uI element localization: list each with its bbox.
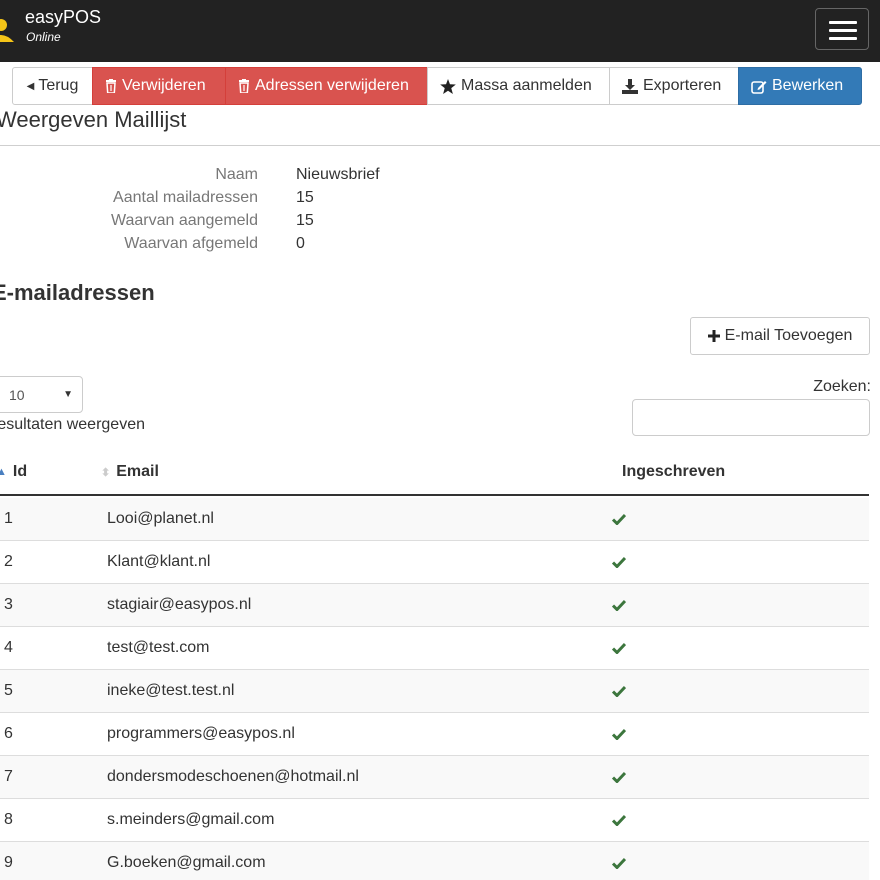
delete-addresses-button-label: Adressen verwijderen (255, 77, 409, 94)
checkmark-icon (611, 555, 627, 573)
trash-icon (106, 79, 116, 93)
easypos-logo-icon (0, 19, 14, 42)
hamburger-icon-bar (829, 29, 857, 32)
divider (0, 145, 880, 146)
cell-email: programmers@easypos.nl (107, 725, 295, 742)
column-header-id[interactable]: ▲ Id (0, 463, 27, 481)
table-row[interactable]: 1 Looi@planet.nl (0, 498, 869, 541)
page-length-value: 10 (9, 386, 25, 403)
dropdown-arrow-icon: ▼ (63, 389, 73, 400)
checkmark-icon (611, 856, 627, 874)
cell-id: 3 (4, 596, 13, 613)
edit-button[interactable]: Bewerken (738, 67, 862, 105)
detail-value: 0 (296, 235, 305, 252)
checkmark-icon (611, 684, 627, 702)
column-header-email[interactable]: ⬍ Email (101, 463, 159, 481)
cell-email: dondersmodeschoenen@hotmail.nl (107, 768, 359, 785)
cell-id: 6 (4, 725, 13, 742)
checkmark-icon (611, 813, 627, 831)
delete-button[interactable]: Verwijderen (92, 67, 226, 105)
column-header-subscribed-label: Ingeschreven (622, 463, 726, 480)
cell-email: s.meinders@gmail.com (107, 811, 275, 828)
brand-subtitle: Online (26, 30, 61, 44)
add-email-button[interactable]: E-mail Toevoegen (690, 317, 870, 355)
cell-id: 7 (4, 768, 13, 785)
checkmark-icon (611, 727, 627, 745)
table-row[interactable]: 7 dondersmodeschoenen@hotmail.nl (0, 756, 869, 799)
cell-id: 9 (4, 854, 13, 871)
action-toolbar: ◀ Terug Verwijderen Adressen verwijderen… (12, 67, 862, 105)
cell-email: stagiair@easypos.nl (107, 596, 252, 613)
delete-button-label: Verwijderen (122, 77, 206, 94)
sort-asc-icon: ▲ (0, 466, 7, 478)
sort-icon: ⬍ (101, 466, 111, 479)
page-length-label: resultaten weergeven (0, 416, 145, 433)
table-row[interactable]: 4 test@test.com (0, 627, 869, 670)
menu-toggle-button[interactable] (815, 8, 869, 50)
search-input[interactable] (632, 399, 870, 436)
hamburger-icon (829, 21, 857, 24)
column-header-id-label: Id (12, 463, 28, 480)
cell-id: 1 (4, 510, 13, 527)
mass-signup-button-label: Massa aanmelden (461, 77, 592, 94)
table-row[interactable]: 5 ineke@test.test.nl (0, 670, 869, 713)
detail-label: Waarvan afgemeld (124, 235, 258, 252)
checkmark-icon (611, 641, 627, 659)
edit-button-label: Bewerken (772, 77, 844, 94)
table-header: ▲ Id ⬍ Email Ingeschreven (0, 452, 869, 496)
edit-icon (751, 80, 767, 94)
detail-label: Aantal mailadressen (113, 189, 258, 206)
checkmark-icon (611, 770, 627, 788)
detail-label: Waarvan aangemeld (110, 212, 258, 229)
cell-email: Looi@planet.nl (107, 510, 214, 527)
export-button-label: Exporteren (643, 77, 722, 94)
delete-addresses-button[interactable]: Adressen verwijderen (225, 67, 428, 105)
page-length-select[interactable]: 10 ▼ (0, 376, 83, 413)
back-button[interactable]: ◀ Terug (12, 67, 93, 105)
table-row[interactable]: 6 programmers@easypos.nl (0, 713, 869, 756)
mass-signup-button[interactable]: Massa aanmelden (427, 67, 610, 105)
table-row[interactable]: 2 Klant@klant.nl (0, 541, 869, 584)
download-icon (622, 78, 638, 94)
search-label: Zoeken: (813, 378, 871, 395)
detail-value: 15 (296, 212, 314, 229)
column-header-subscribed[interactable]: Ingeschreven (622, 463, 725, 481)
add-email-button-label: E-mail Toevoegen (724, 327, 853, 344)
caret-left-icon: ◀ (26, 80, 35, 92)
detail-value: 15 (296, 189, 314, 206)
cell-email: G.boeken@gmail.com (107, 854, 266, 871)
back-button-label: Terug (38, 77, 79, 94)
navbar: easyPOS Online (0, 0, 880, 62)
detail-label: Naam (215, 166, 258, 183)
detail-value: Nieuwsbrief (296, 166, 380, 183)
brand-name[interactable]: easyPOS (25, 7, 101, 27)
export-button[interactable]: Exporteren (609, 67, 739, 105)
cell-id: 4 (4, 639, 13, 656)
trash-icon (239, 79, 249, 93)
cell-id: 5 (4, 682, 13, 699)
cell-email: Klant@klant.nl (107, 553, 211, 570)
hamburger-icon-bar (829, 37, 857, 40)
table-row[interactable]: 9 G.boeken@gmail.com (0, 842, 869, 880)
checkmark-icon (611, 512, 627, 530)
cell-email: test@test.com (107, 639, 210, 656)
table-row[interactable]: 3 stagiair@easypos.nl (0, 584, 869, 627)
column-header-email-label: Email (116, 463, 159, 480)
table-row[interactable]: 8 s.meinders@gmail.com (0, 799, 869, 842)
cell-id: 2 (4, 553, 13, 570)
page-title: Weergeven Maillijst (0, 107, 187, 132)
cell-id: 8 (4, 811, 13, 828)
plus-icon (707, 330, 720, 342)
star-icon (440, 78, 456, 94)
checkmark-icon (611, 598, 627, 616)
email-section-title: E-mailadressen (0, 280, 155, 305)
cell-email: ineke@test.test.nl (107, 682, 235, 699)
